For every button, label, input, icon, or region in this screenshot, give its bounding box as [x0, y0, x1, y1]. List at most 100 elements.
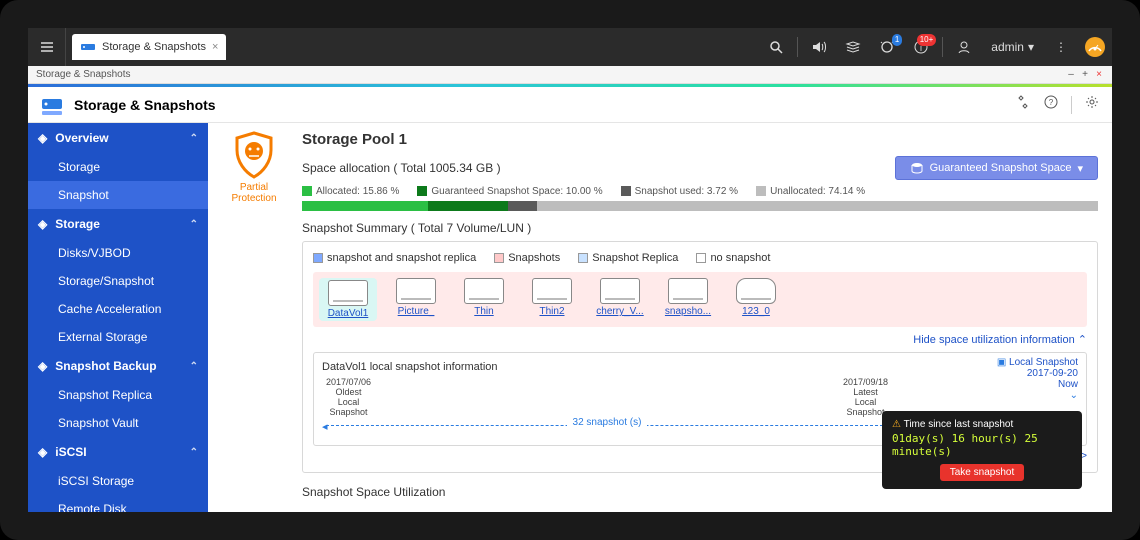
- summary-legend-item: Snapshots: [494, 252, 560, 264]
- tools-icon[interactable]: [1015, 94, 1031, 115]
- drive-icon: [736, 278, 776, 304]
- info-icon[interactable]: i 10+: [904, 28, 938, 66]
- volume-name: Picture_: [387, 306, 445, 317]
- sidebar-item-storage[interactable]: Storage: [28, 153, 208, 181]
- info-badge: 10+: [917, 34, 937, 46]
- camera-icon: ▣: [997, 357, 1006, 368]
- volume-thin2[interactable]: Thin2: [523, 278, 581, 321]
- stack-icon[interactable]: [836, 28, 870, 66]
- summary-legend-item: snapshot and snapshot replica: [313, 252, 476, 264]
- legend-item: Snapshot used: 3.72 %: [621, 186, 738, 197]
- notification-icon[interactable]: 1: [870, 28, 904, 66]
- latest-label: Latest Local Snapshot: [843, 387, 888, 417]
- summary-legend-item: no snapshot: [696, 252, 770, 264]
- volume-snapsho[interactable]: snapsho...: [659, 278, 717, 321]
- window-maximize[interactable]: +: [1080, 69, 1090, 80]
- user-icon[interactable]: [947, 28, 981, 66]
- chevron-up-icon: ⌃: [190, 361, 198, 372]
- volume-datavol1[interactable]: DataVol1: [319, 278, 377, 321]
- legend-item: Allocated: 15.86 %: [302, 186, 399, 197]
- group-icon: ◈: [38, 445, 47, 459]
- group-icon: ◈: [38, 131, 47, 145]
- user-menu[interactable]: admin ▾: [981, 40, 1044, 54]
- volume-name: Thin2: [523, 306, 581, 317]
- volume-name: 123_0: [727, 306, 785, 317]
- svg-text:?: ?: [1049, 98, 1054, 107]
- volume-picture_[interactable]: Picture_: [387, 278, 445, 321]
- sidebar-item-snapshot[interactable]: Snapshot: [28, 181, 208, 209]
- window-close[interactable]: ×: [1094, 69, 1104, 80]
- latest-date: 2017/09/18: [843, 377, 888, 387]
- legend-item: Unallocated: 74.14 %: [756, 186, 865, 197]
- breadcrumb: Storage & Snapshots: [36, 69, 131, 80]
- drive-icon: [328, 280, 368, 306]
- hide-space-link[interactable]: Hide space utilization information ⌃: [313, 333, 1087, 346]
- sidebar-item-cache-acceleration[interactable]: Cache Acceleration: [28, 295, 208, 323]
- take-snapshot-button[interactable]: Take snapshot: [940, 464, 1025, 481]
- sidebar-item-iscsi-storage[interactable]: iSCSI Storage: [28, 467, 208, 495]
- storage-icon: [80, 39, 96, 55]
- popover-title: Time since last snapshot: [904, 419, 1014, 430]
- volume-cherry_v[interactable]: cherry_V...: [591, 278, 649, 321]
- chevron-up-icon: ⌃: [190, 133, 198, 144]
- sidebar-item-lun-backup[interactable]: LUN Backup: [28, 523, 208, 540]
- drive-icon: [396, 278, 436, 304]
- sidebar-item-remote-disk[interactable]: Remote Disk: [28, 495, 208, 523]
- more-icon[interactable]: ⋮: [1044, 28, 1078, 66]
- volume-name: snapsho...: [659, 306, 717, 317]
- summary-legend-item: Snapshot Replica: [578, 252, 678, 264]
- volume-123_0[interactable]: 123_0: [727, 278, 785, 321]
- help-icon[interactable]: ?: [1043, 94, 1059, 115]
- snapshot-count: 32 snapshot (s): [567, 417, 647, 428]
- drive-icon: [668, 278, 708, 304]
- tab-storage-snapshots[interactable]: Storage & Snapshots ×: [72, 34, 226, 60]
- guaranteed-snapshot-space-button[interactable]: Guaranteed Snapshot Space ▾: [895, 156, 1098, 180]
- chevron-down-icon: ▾: [1077, 162, 1083, 175]
- popover-time: 01day(s) 16 hour(s) 25 minute(s): [892, 432, 1072, 458]
- allocation-bar: [302, 201, 1098, 211]
- sidebar-item-snapshot-replica[interactable]: Snapshot Replica: [28, 381, 208, 409]
- hamburger-menu[interactable]: [28, 28, 66, 66]
- oldest-date: 2017/07/06: [326, 377, 371, 387]
- sidebar: ◈Overview⌃StorageSnapshot◈Storage⌃Disks/…: [28, 123, 208, 540]
- volume-name: DataVol1: [321, 308, 375, 319]
- user-label: admin: [991, 40, 1024, 54]
- sidebar-group-overview[interactable]: ◈Overview⌃: [28, 123, 208, 153]
- oldest-label: Oldest Local Snapshot: [326, 387, 371, 417]
- protection-label: Partial Protection: [222, 182, 286, 204]
- snapshot-info-title: DataVol1 local snapshot information: [322, 361, 1078, 373]
- sidebar-group-snapshot-backup[interactable]: ◈Snapshot Backup⌃: [28, 351, 208, 381]
- summary-title: Snapshot Summary ( Total 7 Volume/LUN ): [302, 221, 1098, 235]
- protection-shield: Partial Protection: [222, 131, 286, 204]
- sidebar-item-external-storage[interactable]: External Storage: [28, 323, 208, 351]
- pool-title: Storage Pool 1: [302, 131, 1098, 148]
- chevron-up-icon: ⌃: [1078, 334, 1087, 346]
- sidebar-group-storage[interactable]: ◈Storage⌃: [28, 209, 208, 239]
- gear-icon[interactable]: [1084, 94, 1100, 115]
- db-icon: [910, 161, 924, 175]
- chevron-up-icon: ⌃: [190, 219, 198, 230]
- local-snapshot-label: Local Snapshot: [1009, 357, 1078, 368]
- search-icon[interactable]: [759, 28, 793, 66]
- page-title: Storage & Snapshots: [74, 97, 1005, 113]
- bar-segment: [508, 201, 538, 211]
- sidebar-group-iscsi[interactable]: ◈iSCSI⌃: [28, 437, 208, 467]
- bar-segment: [537, 201, 1098, 211]
- tab-close-icon[interactable]: ×: [212, 41, 218, 53]
- group-icon: ◈: [38, 359, 47, 373]
- group-icon: ◈: [38, 217, 47, 231]
- sidebar-item-storage-snapshot[interactable]: Storage/Snapshot: [28, 267, 208, 295]
- sidebar-item-disks-vjbod[interactable]: Disks/VJBOD: [28, 239, 208, 267]
- drive-icon: [532, 278, 572, 304]
- dashboard-icon[interactable]: [1078, 28, 1112, 66]
- volume-thin[interactable]: Thin: [455, 278, 513, 321]
- sidebar-item-snapshot-vault[interactable]: Snapshot Vault: [28, 409, 208, 437]
- window-minimize[interactable]: –: [1066, 69, 1076, 80]
- warning-icon: ⚠: [892, 419, 901, 430]
- time-since-popover: ⚠ Time since last snapshot 01day(s) 16 h…: [882, 411, 1082, 489]
- volume-name: Thin: [455, 306, 513, 317]
- legend-item: Guaranteed Snapshot Space: 10.00 %: [417, 186, 602, 197]
- storage-snapshots-icon: [40, 93, 64, 117]
- bar-segment: [428, 201, 508, 211]
- volume-icon[interactable]: [802, 28, 836, 66]
